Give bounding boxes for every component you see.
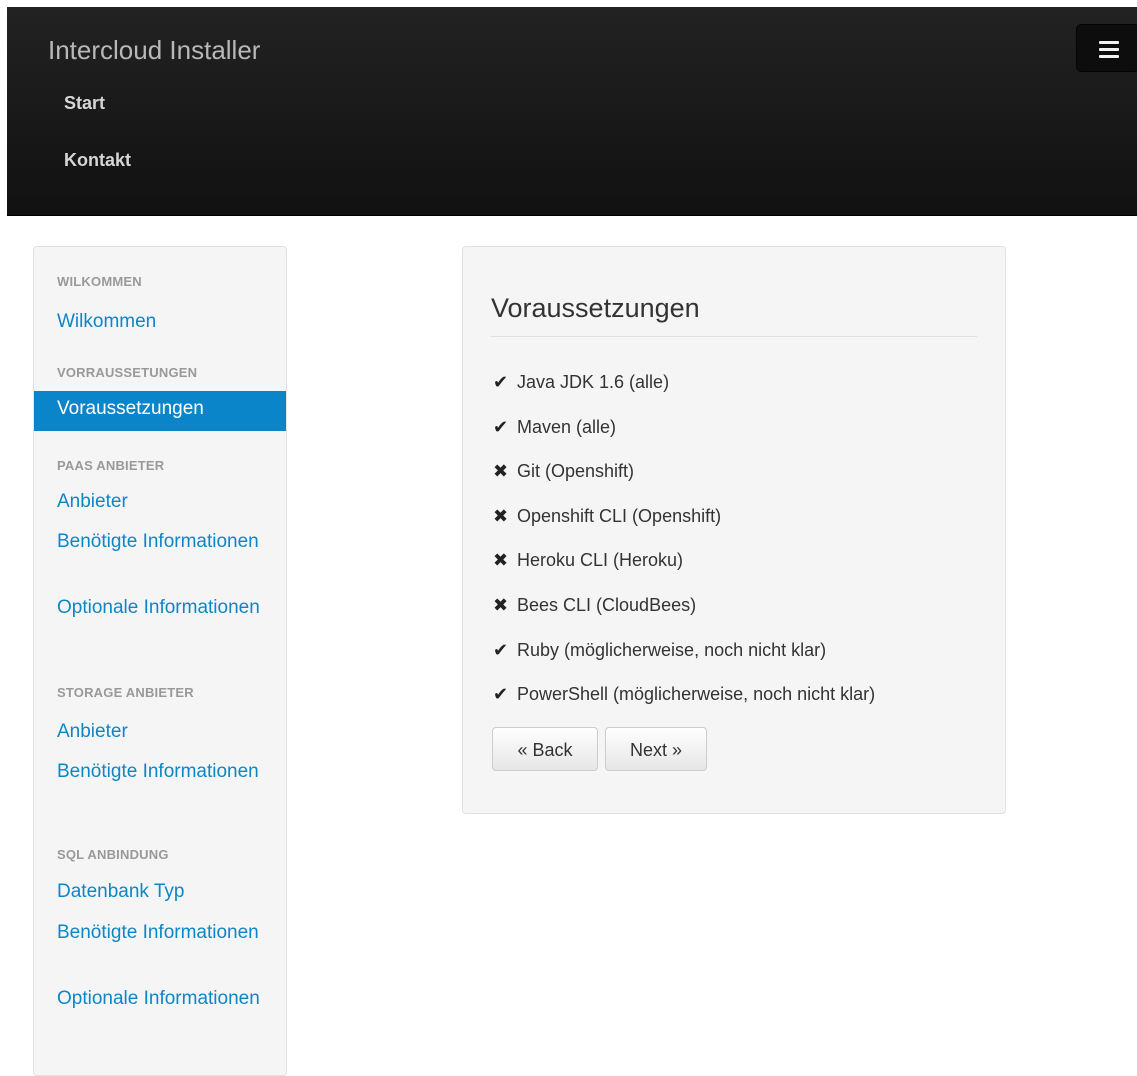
requirements-panel: Voraussetzungen ✔ Java JDK 1.6 (alle) ✔ Ma… — [462, 246, 1006, 814]
requirement-label: Maven (alle) — [517, 417, 617, 437]
top-navbar: Intercloud Installer Start Kontakt — [7, 7, 1137, 216]
requirement-item: ✖ Openshift CLI (Openshift) — [493, 506, 721, 527]
cross-icon: ✖ — [493, 506, 509, 526]
sidebar-header-wilkommen: WILKOMMEN — [57, 274, 142, 289]
requirement-item: ✖ Heroku CLI (Heroku) — [493, 550, 683, 571]
cross-icon: ✖ — [493, 550, 509, 570]
sidebar-header-storage-anbieter: STORAGE ANBIETER — [57, 685, 194, 700]
nav-link-start[interactable]: Start — [64, 93, 105, 114]
page-title: Voraussetzungen — [491, 293, 700, 323]
sidebar-item-storage-benoetigte-informationen[interactable]: Benötigte Informationen — [57, 759, 267, 785]
sidebar-item-wilkommen[interactable]: Wilkommen — [57, 309, 267, 335]
sidebar-item-paas-benoetigte-informationen[interactable]: Benötigte Informationen — [57, 529, 267, 555]
sidebar-item-storage-anbieter[interactable]: Anbieter — [57, 719, 267, 745]
cross-icon: ✖ — [493, 595, 509, 615]
sidebar-item-voraussetzungen[interactable]: Voraussetzungen — [34, 391, 286, 431]
sidebar-item-paas-anbieter[interactable]: Anbieter — [57, 489, 267, 515]
next-button[interactable]: Next » — [605, 727, 707, 771]
requirement-item: ✔ Maven (alle) — [493, 417, 616, 438]
requirement-label: Heroku CLI (Heroku) — [517, 550, 684, 570]
requirement-label: PowerShell (möglicherweise, noch nicht k… — [517, 684, 876, 704]
requirement-item: ✔ Java JDK 1.6 (alle) — [493, 372, 669, 393]
requirement-label: Git (Openshift) — [517, 461, 635, 481]
sidebar-item-label: Voraussetzungen — [57, 398, 204, 419]
brand-title[interactable]: Intercloud Installer — [48, 35, 260, 66]
sidebar-header-sql-anbindung: SQL ANBINDUNG — [57, 847, 169, 862]
hamburger-menu-button[interactable] — [1076, 24, 1137, 72]
requirement-item: ✔ PowerShell (möglicherweise, noch nicht … — [493, 684, 875, 705]
requirement-label: Openshift CLI (Openshift) — [517, 506, 722, 526]
requirement-label: Ruby (möglicherweise, noch nicht klar) — [517, 640, 827, 660]
back-button[interactable]: « Back — [492, 727, 598, 771]
check-icon: ✔ — [493, 640, 509, 660]
requirement-item: ✖ Git (Openshift) — [493, 461, 634, 482]
requirement-item: ✖ Bees CLI (CloudBees) — [493, 595, 696, 616]
sidebar-header-vorraussetungen: VORRAUSSETUNGEN — [57, 365, 198, 380]
check-icon: ✔ — [493, 417, 509, 437]
requirement-label: Bees CLI (CloudBees) — [517, 595, 697, 615]
sidebar-nav: WILKOMMEN Wilkommen VORRAUSSETUNGEN Vora… — [33, 246, 287, 1076]
nav-link-kontakt[interactable]: Kontakt — [64, 150, 131, 171]
sidebar-item-datenbank-typ[interactable]: Datenbank Typ — [57, 879, 267, 905]
sidebar-item-sql-optionale-informationen[interactable]: Optionale Informationen — [57, 986, 267, 1012]
check-icon: ✔ — [493, 684, 509, 704]
check-icon: ✔ — [493, 372, 509, 392]
requirement-item: ✔ Ruby (möglicherweise, noch nicht klar) — [493, 640, 826, 661]
sidebar-item-paas-optionale-informationen[interactable]: Optionale Informationen — [57, 595, 267, 621]
title-divider — [491, 336, 977, 337]
sidebar-header-paas-anbieter: PAAS ANBIETER — [57, 458, 165, 473]
cross-icon: ✖ — [493, 461, 509, 481]
requirement-label: Java JDK 1.6 (alle) — [517, 372, 670, 392]
sidebar-item-sql-benoetigte-informationen[interactable]: Benötigte Informationen — [57, 920, 267, 946]
